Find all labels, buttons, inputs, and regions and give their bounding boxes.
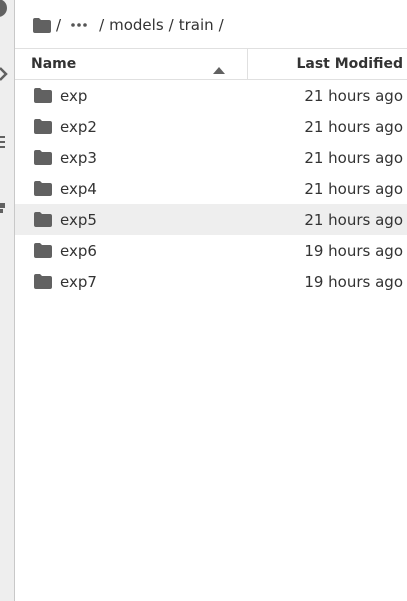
commands-icon[interactable] bbox=[0, 66, 8, 82]
file-modified: 21 hours ago bbox=[304, 118, 403, 136]
file-modified: 21 hours ago bbox=[304, 87, 403, 105]
list-item[interactable]: exp2 21 hours ago bbox=[15, 111, 407, 142]
ellipsis-icon[interactable] bbox=[70, 22, 88, 28]
file-name: exp7 bbox=[60, 273, 97, 291]
folder-icon bbox=[34, 119, 52, 138]
list-item[interactable]: exp6 19 hours ago bbox=[15, 235, 407, 266]
running-icon[interactable] bbox=[0, 0, 8, 22]
file-browser: / / models / train / Name Last Modified bbox=[0, 0, 407, 601]
extensions-icon[interactable] bbox=[0, 200, 8, 216]
file-name: exp4 bbox=[60, 180, 97, 198]
home-folder-icon[interactable] bbox=[33, 17, 51, 33]
file-modified: 21 hours ago bbox=[304, 149, 403, 167]
file-modified: 21 hours ago bbox=[304, 180, 403, 198]
list-item[interactable]: exp5 21 hours ago bbox=[15, 204, 407, 235]
list-item[interactable]: exp7 19 hours ago bbox=[15, 266, 407, 297]
folder-icon bbox=[34, 181, 52, 200]
breadcrumb-item-models[interactable]: models bbox=[109, 16, 164, 34]
folder-icon bbox=[34, 243, 52, 262]
file-modified: 21 hours ago bbox=[304, 211, 403, 229]
sort-ascending-icon bbox=[213, 59, 225, 78]
name-column-label: Name bbox=[31, 56, 77, 72]
breadcrumb-separator: / bbox=[56, 16, 62, 34]
breadcrumb-separator: / bbox=[99, 16, 105, 34]
list-item[interactable]: exp4 21 hours ago bbox=[15, 173, 407, 204]
file-name: exp5 bbox=[60, 211, 97, 229]
breadcrumb-separator: / bbox=[218, 16, 224, 34]
folder-icon bbox=[34, 212, 52, 231]
file-name: exp6 bbox=[60, 242, 97, 260]
folder-icon bbox=[34, 274, 52, 293]
last-modified-column-header[interactable]: Last Modified bbox=[248, 49, 407, 79]
activity-bar bbox=[0, 0, 15, 601]
list-item[interactable]: exp 21 hours ago bbox=[15, 80, 407, 111]
file-modified: 19 hours ago bbox=[304, 273, 403, 291]
file-name: exp bbox=[60, 87, 88, 105]
file-name: exp2 bbox=[60, 118, 97, 136]
breadcrumb-item-train[interactable]: train bbox=[179, 16, 214, 34]
list-item[interactable]: exp3 21 hours ago bbox=[15, 142, 407, 173]
file-list-header: Name Last Modified bbox=[15, 48, 407, 80]
name-column-header[interactable]: Name bbox=[15, 49, 248, 79]
file-browser-panel: / / models / train / Name Last Modified bbox=[15, 0, 407, 601]
breadcrumb: / / models / train / bbox=[33, 14, 229, 36]
file-modified: 19 hours ago bbox=[304, 242, 403, 260]
table-of-contents-icon[interactable] bbox=[0, 134, 8, 150]
file-name: exp3 bbox=[60, 149, 97, 167]
last-modified-column-label: Last Modified bbox=[296, 56, 403, 72]
breadcrumb-separator: / bbox=[168, 16, 174, 34]
folder-icon bbox=[34, 150, 52, 169]
folder-icon bbox=[34, 88, 52, 107]
file-list: exp 21 hours ago exp2 21 hours ago exp3 … bbox=[15, 80, 407, 297]
